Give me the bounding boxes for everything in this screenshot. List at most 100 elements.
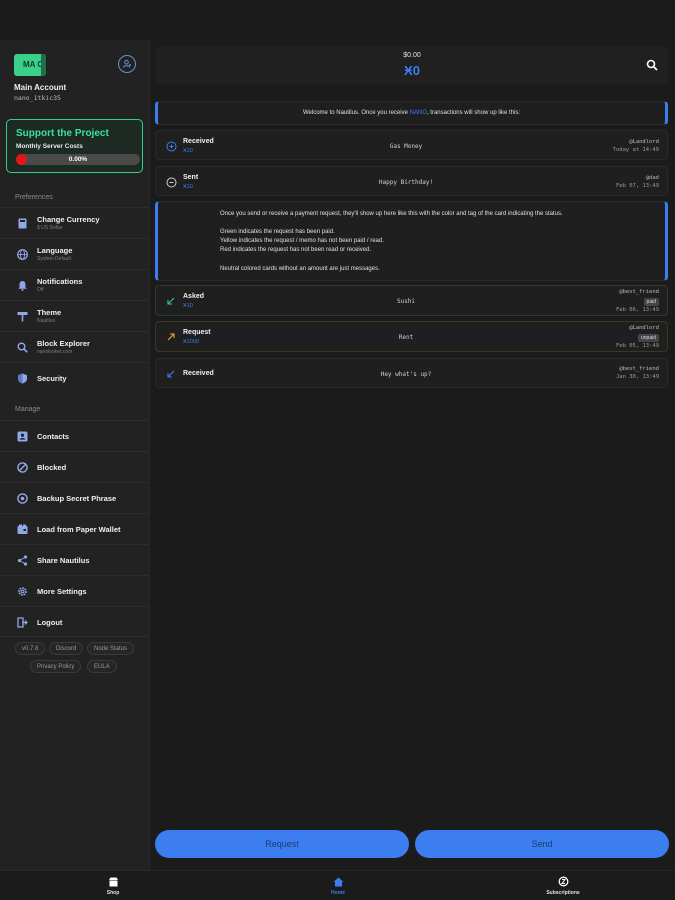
nav-shop[interactable]: Shop	[73, 876, 153, 896]
nav-subscriptions[interactable]: Subscriptions	[523, 876, 603, 896]
status-bar	[0, 0, 675, 40]
message-text: Hey what's up?	[380, 371, 432, 378]
request-type: Asked	[183, 293, 205, 300]
request-card-request[interactable]: Request Ӿ1000 Rent @Landlord unpaid Feb …	[155, 321, 668, 352]
request-button[interactable]: Request	[155, 830, 409, 858]
bell-icon	[16, 279, 28, 291]
home-icon	[332, 876, 344, 887]
request-card-asked[interactable]: Asked Ӿ10 Sushi @best_friend paid Feb 06…	[155, 285, 668, 316]
message-contact: @best_friend	[619, 366, 659, 372]
nav-label: Subscriptions	[546, 890, 580, 896]
sidebar-divider	[0, 636, 149, 637]
blocked-icon	[16, 461, 28, 473]
sidebar-item-label: Notifications	[37, 277, 83, 286]
nav-label: Home	[331, 890, 345, 896]
sidebar-item-contacts[interactable]: Contacts	[0, 420, 149, 450]
sidebar-item-change-currency[interactable]: Change Currency $ US Dollar	[0, 207, 149, 237]
sidebar-item-sublabel: nanolooker.com	[37, 349, 73, 355]
backup-icon	[16, 492, 28, 504]
account-address[interactable]: nano_1tkic35	[14, 94, 61, 102]
support-subtitle: Monthly Server Costs	[16, 143, 83, 150]
sidebar-item-sublabel: System Default	[37, 256, 71, 262]
sidebar-item-block-explorer[interactable]: Block Explorer nanolooker.com	[0, 331, 149, 361]
sidebar-item-label: Load from Paper Wallet	[37, 525, 121, 534]
node-status-chip[interactable]: Node Status	[87, 642, 135, 655]
message-card-received[interactable]: Received Hey what's up? @best_friend Jan…	[155, 358, 668, 388]
transaction-memo: Gas Money	[389, 143, 423, 150]
sidebar-item-theme[interactable]: Theme Nautilus	[0, 300, 149, 330]
gear-icon	[16, 585, 28, 597]
version-chip[interactable]: v0.7.8	[15, 642, 46, 655]
sidebar-item-backup-secret-phrase[interactable]: Backup Secret Phrase	[0, 482, 149, 512]
fiat-balance: $0.00	[403, 52, 421, 59]
sidebar-item-share-nautilus[interactable]: Share Nautilus	[0, 544, 149, 574]
eula-chip[interactable]: EULA	[87, 660, 117, 673]
preferences-label: Preferences	[15, 194, 53, 201]
search-icon	[16, 341, 28, 353]
sent-icon	[165, 176, 177, 188]
sidebar-item-label: Theme	[37, 308, 62, 317]
sidebar-item-sublabel: Off	[37, 287, 44, 293]
server-costs-progress: 0.00%	[16, 154, 140, 165]
transaction-contact: @Landlord	[629, 139, 659, 145]
sidebar-item-language[interactable]: Language System Default	[0, 238, 149, 268]
message-type: Received	[183, 370, 214, 377]
welcome-text: Welcome to Nautilus. Once you receive NA…	[303, 110, 520, 116]
privacy-policy-chip[interactable]: Privacy Policy	[30, 660, 82, 673]
request-memo: Sushi	[396, 298, 416, 305]
status-badge: unpaid	[637, 334, 659, 342]
globe-icon	[16, 248, 28, 260]
support-project-card[interactable]: Support the Project Monthly Server Costs…	[6, 119, 143, 173]
request-date: Feb 05, 13:49	[615, 343, 659, 349]
search-icon[interactable]	[646, 59, 658, 71]
message-date: Jan 30, 13:49	[615, 374, 659, 380]
nano-balance[interactable]: Ӿ0	[156, 63, 668, 78]
shield-icon	[16, 372, 28, 384]
sidebar-item-label: Language	[37, 246, 73, 255]
explanation-line: Red indicates the request has not been r…	[220, 247, 372, 253]
request-type: Request	[183, 329, 211, 336]
progress-text: 0.00%	[68, 156, 88, 163]
account-logo[interactable]: MA C	[14, 54, 46, 76]
sidebar-item-logout[interactable]: Logout	[0, 606, 149, 636]
nav-home[interactable]: Home	[298, 876, 378, 896]
sidebar-item-label: Backup Secret Phrase	[37, 494, 117, 503]
add-account-button[interactable]	[118, 55, 136, 73]
currency-icon	[16, 217, 28, 229]
sidebar-item-notifications[interactable]: Notifications Off	[0, 269, 149, 299]
request-contact: @best_friend	[619, 289, 659, 295]
explanation-line: Yellow indicates the request / memo has …	[220, 238, 384, 244]
welcome-card: Welcome to Nautilus. Once you receive NA…	[155, 101, 668, 125]
sidebar-item-security[interactable]: Security	[0, 362, 149, 392]
account-name: Main Account	[14, 83, 67, 92]
arrow-down-left-icon	[165, 295, 177, 307]
transaction-card-received[interactable]: Received Ӿ10 Gas Money @Landlord Today a…	[155, 130, 668, 160]
sidebar-item-label: Blocked	[37, 463, 67, 472]
main-content: $0.00 Ӿ0 Welcome to Nautilus. Once you r…	[150, 40, 675, 870]
request-amount: Ӿ10	[183, 303, 193, 309]
nano-link[interactable]: NANO	[410, 110, 427, 116]
arrow-down-left-icon	[165, 368, 177, 380]
transaction-card-sent[interactable]: Sent Ӿ10 Happy Birthday! @dad Feb 07, 13…	[155, 166, 668, 196]
sidebar-item-load-paper-wallet[interactable]: Load from Paper Wallet	[0, 513, 149, 543]
explanation-line: Neutral colored cards without an amount …	[220, 266, 380, 272]
send-button[interactable]: Send	[415, 830, 669, 858]
contacts-icon	[16, 430, 28, 442]
transaction-date: Feb 07, 13:49	[615, 183, 659, 189]
transaction-memo: Happy Birthday!	[378, 179, 434, 186]
discord-chip[interactable]: Discord	[49, 642, 84, 655]
sidebar-item-more-settings[interactable]: More Settings	[0, 575, 149, 605]
bottom-navigation: Shop Home Subscriptions	[0, 870, 675, 900]
sidebar-item-label: Security	[37, 374, 67, 383]
sidebar-item-blocked[interactable]: Blocked	[0, 451, 149, 481]
explanation-line: Green indicates the request has been pai…	[220, 229, 335, 235]
subscriptions-icon	[557, 876, 569, 887]
sidebar-item-label: Change Currency	[37, 215, 100, 224]
sidebar-item-label: Share Nautilus	[37, 556, 90, 565]
support-title: Support the Project	[16, 128, 109, 139]
sidebar-item-label: Logout	[37, 618, 63, 627]
transaction-type: Received	[183, 138, 214, 145]
sidebar-item-label: More Settings	[37, 587, 87, 596]
logout-icon	[16, 616, 28, 628]
balance-header: $0.00 Ӿ0	[156, 46, 668, 84]
